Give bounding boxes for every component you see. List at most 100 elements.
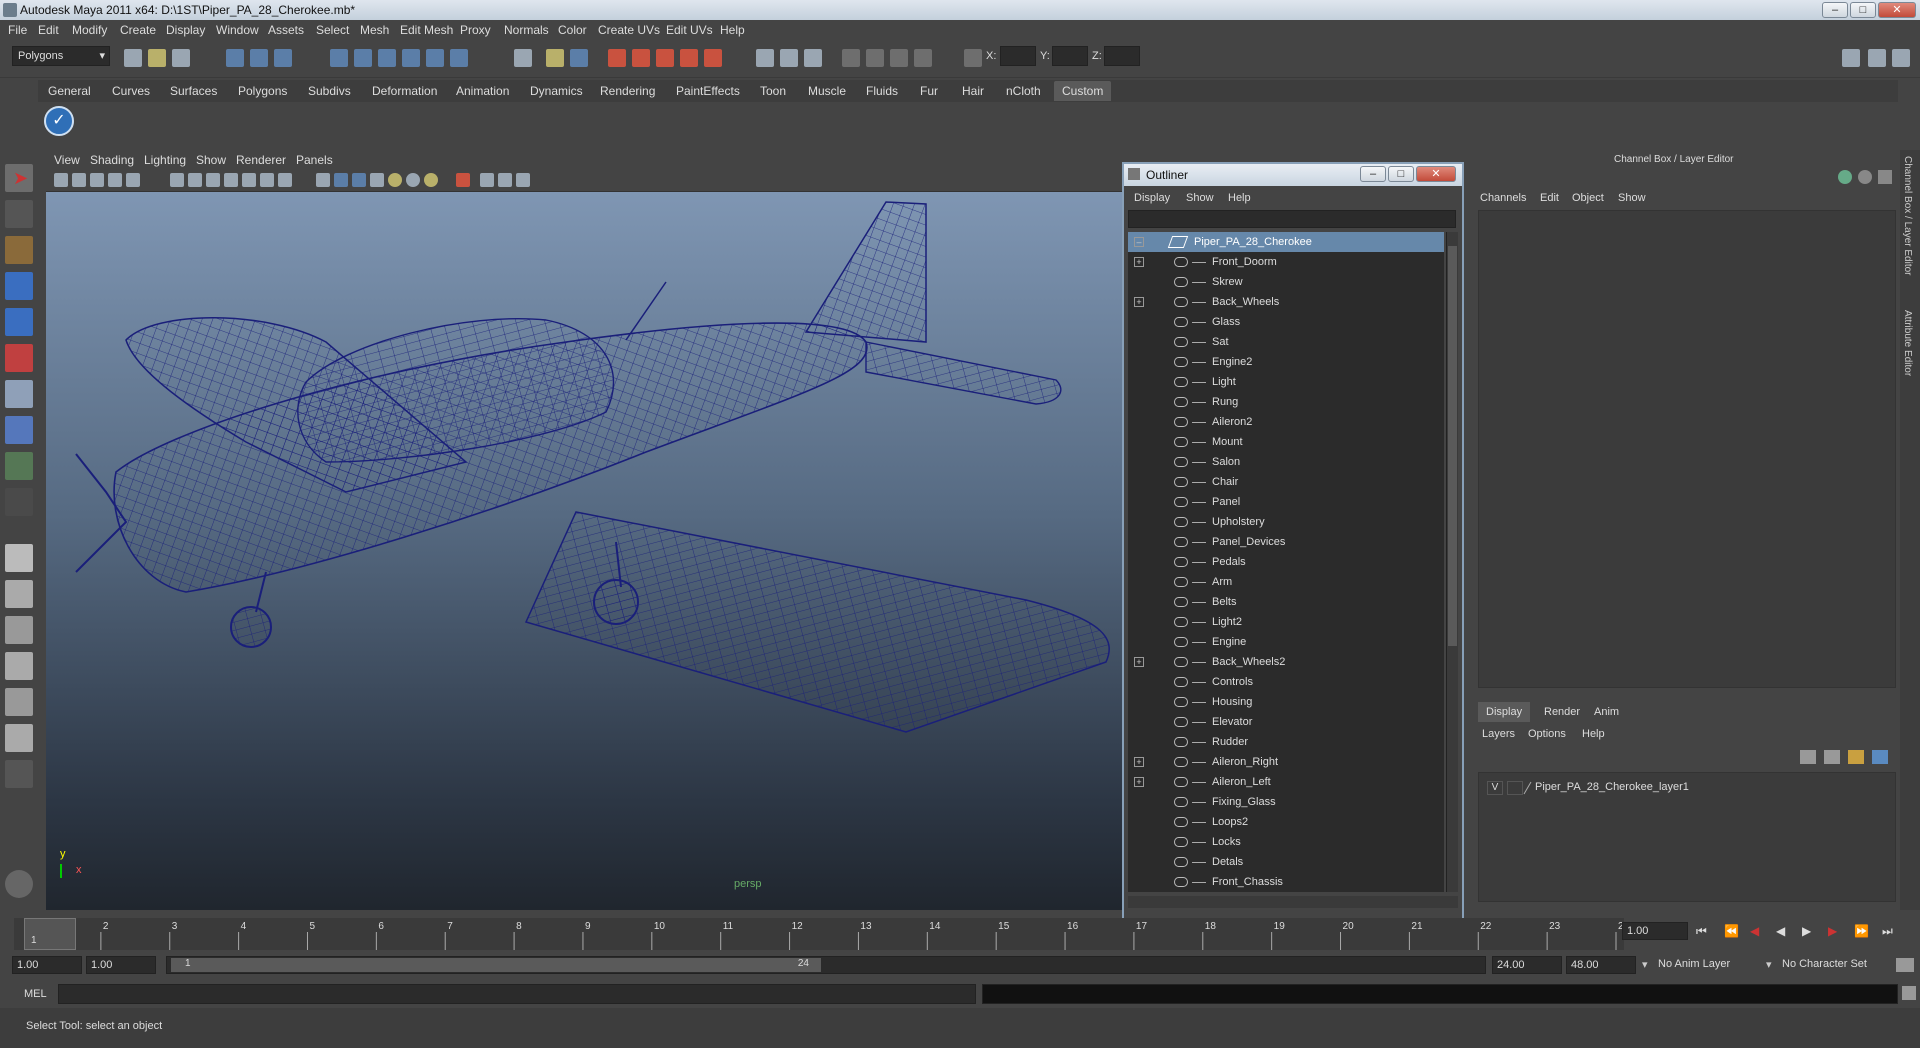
snap-live-icon[interactable]: [426, 49, 444, 67]
viewport-canvas[interactable]: y x persp: [46, 192, 1122, 910]
key-icon[interactable]: [1838, 170, 1852, 184]
render-settings-icon[interactable]: [632, 49, 650, 67]
vp-menu-lighting[interactable]: Lighting: [144, 153, 186, 167]
layer-row[interactable]: V Piper_PA_28_Cherokee_layer1: [1479, 779, 1895, 797]
toggle-channel-box-icon[interactable]: [1892, 49, 1910, 67]
shelf-tab-ncloth[interactable]: nCloth: [1006, 81, 1041, 101]
select-object-icon[interactable]: [250, 49, 268, 67]
outliner-item[interactable]: + Back_Wheels: [1128, 292, 1444, 312]
outliner-item[interactable]: Front_Chassis: [1128, 872, 1444, 892]
layer-menu-layers[interactable]: Layers: [1482, 728, 1515, 740]
toggle-tool-settings-icon[interactable]: [1868, 49, 1886, 67]
outliner-item[interactable]: Engine2: [1128, 352, 1444, 372]
isolate-select-icon[interactable]: [456, 173, 470, 187]
anim-layer-chevron-icon[interactable]: ▾: [1642, 958, 1648, 971]
outliner-menu-display[interactable]: Display: [1134, 192, 1170, 204]
menu-help[interactable]: Help: [720, 23, 745, 37]
smooth-shade-icon[interactable]: [334, 173, 348, 187]
vp-menu-renderer[interactable]: Renderer: [236, 153, 286, 167]
outliner-item[interactable]: Light: [1128, 372, 1444, 392]
menu-edit-mesh[interactable]: Edit Mesh: [400, 23, 453, 37]
z-field[interactable]: [1104, 46, 1140, 66]
lasso-tool-icon[interactable]: [5, 200, 33, 228]
shelf-tab-muscle[interactable]: Muscle: [808, 81, 846, 101]
magnet-icon[interactable]: [704, 49, 722, 67]
new-layer-selected-icon[interactable]: [1824, 750, 1840, 764]
menu-display[interactable]: Display: [166, 23, 205, 37]
menu-mesh[interactable]: Mesh: [360, 23, 389, 37]
transform-field-icon[interactable]: [964, 49, 982, 67]
layer-menu-options[interactable]: Options: [1528, 728, 1566, 740]
lock-icon[interactable]: [866, 49, 884, 67]
input-field-icon[interactable]: [780, 49, 798, 67]
shelf-tab-fur[interactable]: Fur: [920, 81, 938, 101]
menu-create-uvs[interactable]: Create UVs: [598, 23, 660, 37]
construction-icon[interactable]: [546, 49, 564, 67]
layer-tab-render[interactable]: Render: [1536, 702, 1588, 722]
question-icon[interactable]: [514, 49, 532, 67]
step-back-key-icon[interactable]: ⏪: [1724, 924, 1739, 938]
minimize-button[interactable]: –: [1822, 2, 1848, 18]
outliner-menu-show[interactable]: Show: [1186, 192, 1214, 204]
default-light-icon[interactable]: [388, 173, 402, 187]
vp-menu-show[interactable]: Show: [196, 153, 226, 167]
new-scene-icon[interactable]: [124, 49, 142, 67]
expand-icon[interactable]: +: [1134, 657, 1144, 667]
xray-joints-icon[interactable]: [498, 173, 512, 187]
outliner-item[interactable]: Fixing_Glass: [1128, 792, 1444, 812]
outliner-item[interactable]: Arm: [1128, 572, 1444, 592]
manipulator-tool-icon[interactable]: [5, 380, 33, 408]
graph-editor-layout-icon[interactable]: [5, 652, 33, 680]
outliner-item[interactable]: Sat: [1128, 332, 1444, 352]
step-forward-key-icon[interactable]: ⏩: [1854, 924, 1869, 938]
two-d-pan-icon[interactable]: [126, 173, 140, 187]
snapshot-icon[interactable]: [842, 49, 860, 67]
ipr-render-icon[interactable]: [608, 49, 626, 67]
command-language-label[interactable]: MEL: [24, 988, 47, 1000]
shelf-tab-hair[interactable]: Hair: [962, 81, 984, 101]
select-component-icon[interactable]: [274, 49, 292, 67]
render-view-icon[interactable]: [680, 49, 698, 67]
character-set-selector[interactable]: No Character Set: [1778, 956, 1888, 974]
outliner-filter-field[interactable]: [1128, 210, 1456, 228]
play-forwards-icon[interactable]: ▶: [1802, 924, 1811, 938]
grid-toggle-icon[interactable]: [170, 173, 184, 187]
custom-layout-icon[interactable]: [5, 760, 33, 788]
outliner-item[interactable]: Locks: [1128, 832, 1444, 852]
current-time-marker[interactable]: 1: [24, 918, 76, 950]
current-frame-field[interactable]: 1.00: [1622, 922, 1688, 940]
layer-menu-help[interactable]: Help: [1582, 728, 1605, 740]
range-slider[interactable]: 1 24: [166, 956, 1486, 974]
select-tool-icon[interactable]: ➤: [5, 164, 33, 192]
vp-menu-panels[interactable]: Panels: [296, 153, 333, 167]
layer-color-swatch[interactable]: [1523, 781, 1532, 795]
time-slider[interactable]: 123456789101112131415161718192021222324 …: [14, 918, 1624, 950]
outliner-item[interactable]: Panel_Devices: [1128, 532, 1444, 552]
pencil-icon[interactable]: [1878, 170, 1892, 184]
outliner-item[interactable]: Engine: [1128, 632, 1444, 652]
snap-curve-icon[interactable]: [354, 49, 372, 67]
layer-tab-display[interactable]: Display: [1478, 702, 1531, 722]
outliner-item[interactable]: Chair: [1128, 472, 1444, 492]
film-gate-icon[interactable]: [188, 173, 202, 187]
menu-assets[interactable]: Assets: [268, 23, 304, 37]
outliner-item[interactable]: Pedals: [1128, 552, 1444, 572]
scale-tool-icon[interactable]: [5, 344, 33, 372]
collapse-icon[interactable]: –: [1134, 237, 1144, 247]
outliner-item[interactable]: Rudder: [1128, 732, 1444, 752]
wireframe-icon[interactable]: [316, 173, 330, 187]
outliner-item[interactable]: Skrew: [1128, 272, 1444, 292]
expand-icon[interactable]: +: [1134, 257, 1144, 267]
shelf-tab-rendering[interactable]: Rendering: [600, 81, 655, 101]
safe-title-icon[interactable]: [278, 173, 292, 187]
expand-icon[interactable]: +: [1134, 777, 1144, 787]
menu-select[interactable]: Select: [316, 23, 349, 37]
y-field[interactable]: [1052, 46, 1088, 66]
outliner-minimize-button[interactable]: –: [1360, 166, 1386, 182]
x-field[interactable]: [1000, 46, 1036, 66]
shelf-tab-toon[interactable]: Toon: [760, 81, 786, 101]
dial-icon[interactable]: [1858, 170, 1872, 184]
outliner-item[interactable]: + Aileron_Right: [1128, 752, 1444, 772]
cb-menu-edit[interactable]: Edit: [1540, 192, 1559, 204]
bookmark-icon[interactable]: [90, 173, 104, 187]
